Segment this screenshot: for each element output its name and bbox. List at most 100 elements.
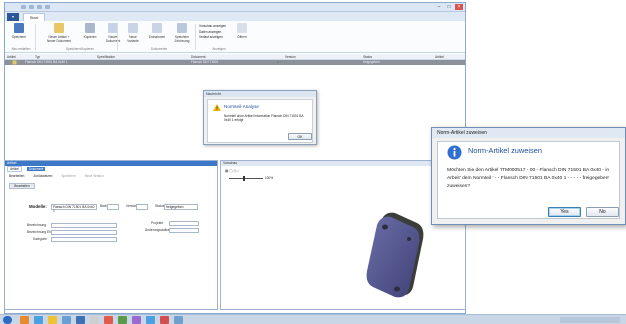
explorer-icon[interactable]	[20, 316, 29, 324]
zoom-slider[interactable]	[229, 178, 263, 179]
maximize-button[interactable]: □	[445, 4, 453, 10]
print-icon[interactable]: ⎙	[234, 169, 237, 173]
model-field[interactable]: Flansch DIN 71501 BA 0x40 1	[51, 204, 97, 213]
no-button[interactable]: No	[586, 207, 619, 217]
separator	[117, 24, 118, 50]
dialog-title: Nachricht	[204, 91, 316, 97]
folder-icon[interactable]	[48, 316, 57, 324]
app-icon[interactable]	[174, 316, 183, 324]
flange-part-image	[366, 212, 424, 298]
message-dialog: Nachricht Normteil-Analyse Normteil ohne…	[203, 90, 317, 145]
minimize-button[interactable]: –	[435, 4, 443, 10]
projects-label: Projekte	[151, 221, 164, 225]
app-icon[interactable]	[160, 316, 169, 324]
separator	[195, 24, 196, 50]
withdraw-button[interactable]: Entnahmen	[147, 23, 167, 47]
table-row[interactable]: Flansch DIN 71501 BA 0x40 1 Flansch DIN …	[5, 60, 465, 65]
grid-icon[interactable]: ▦	[225, 169, 228, 173]
model-label: Modelle:	[29, 204, 47, 209]
app-icon[interactable]	[146, 316, 155, 324]
new-document-button[interactable]: Neues Dokument	[103, 23, 123, 47]
part-icon	[12, 60, 17, 65]
category-label: Kategorie	[33, 237, 48, 241]
change-order-label: Änderungsauftrag	[145, 228, 172, 232]
preview-pane: Vorschau ▦ ▢ ⎙ ⌕ 100%	[220, 160, 466, 310]
ok-button[interactable]: OK	[288, 133, 312, 140]
description-field[interactable]	[51, 223, 117, 228]
copy-button[interactable]: Kopieren	[79, 23, 101, 47]
fit-icon[interactable]: ▢	[229, 169, 232, 173]
zoom-icon[interactable]: ⌕	[237, 169, 239, 173]
copy-icon	[85, 23, 95, 33]
close-button[interactable]: ×	[455, 4, 463, 10]
sheet-field[interactable]	[107, 204, 119, 210]
category-select[interactable]	[51, 237, 117, 242]
pane-title: Vorschau	[221, 161, 465, 166]
projects-field[interactable]	[169, 221, 199, 226]
taskbar	[0, 314, 626, 324]
redo-icon[interactable]	[37, 5, 42, 9]
zoom-level: 100%	[265, 176, 274, 180]
edit-button[interactable]: Bearbeiten	[9, 174, 24, 178]
save-icon	[14, 23, 24, 33]
row-name: Flansch DIN 71501 BA 0x40 1	[25, 60, 68, 64]
tab-artikel[interactable]: Artikel	[7, 166, 22, 172]
browser-icon[interactable]	[34, 316, 43, 324]
dialog-title: Norm-Artikel zuweisen	[432, 128, 625, 138]
withdraw-icon	[152, 23, 162, 33]
dialog-heading: Norm-Artikel zuweisen	[468, 146, 542, 155]
dialog-text: Möchten Sie den Artikel 'ITM000517 - 00 …	[447, 168, 610, 189]
group-label: Speichern/Kopieren	[66, 47, 94, 51]
new-version-button[interactable]: Neue Version	[85, 174, 104, 178]
description-en-field[interactable]	[51, 230, 117, 235]
app-icon[interactable]	[62, 316, 71, 324]
action-button[interactable]: Bearbeiten	[9, 183, 35, 189]
new-variant-icon	[128, 23, 138, 33]
save-button[interactable]: Speichern	[61, 174, 75, 178]
preview-toolbar: ▦ ▢ ⎙ ⌕	[225, 168, 265, 174]
pane-toolbar: Bearbeiten Zurücksetzen Speichern Neue V…	[9, 174, 209, 179]
change-order-field[interactable]	[169, 228, 199, 233]
pane-tabs: Artikel Dokument	[7, 166, 217, 172]
sheet-label: Blatt	[100, 204, 107, 208]
status-label: Status	[155, 204, 165, 208]
new-article-button[interactable]: Neuer Artikel + Neuer Dokument	[41, 23, 77, 47]
tab-start[interactable]: Start	[23, 13, 45, 21]
app-icon[interactable]	[118, 316, 127, 324]
separator	[35, 24, 36, 50]
save-button[interactable]: Speichern	[9, 23, 29, 47]
norm-article-dialog: Norm-Artikel zuweisen Norm-Artikel zuwei…	[431, 127, 626, 225]
row-document: Flansch DIN 71501	[191, 60, 219, 64]
row-status: freigegeben	[363, 60, 380, 64]
app-icon[interactable]	[104, 316, 113, 324]
undo-icon[interactable]	[29, 5, 34, 9]
word-icon[interactable]	[76, 316, 85, 324]
group-label: Dokumente	[150, 47, 168, 51]
title-bar: – □ ×	[5, 3, 465, 12]
status-select[interactable]: freigegeben	[164, 204, 198, 210]
save-drawing-icon	[177, 23, 187, 33]
version-field[interactable]	[136, 204, 148, 210]
small-buttons: Vorschau anzeigen Daten anzeigen Verlauf…	[199, 24, 235, 44]
save-drawing-button[interactable]: Speichern Zeichnung	[171, 23, 193, 47]
description-en-label: Bezeichnung EN	[27, 230, 52, 234]
system-tray[interactable]	[560, 317, 620, 323]
tab-dokument[interactable]: Dokument	[26, 167, 46, 171]
dialog-heading: Normteil-Analyse	[224, 104, 259, 109]
new-variant-button[interactable]: Neue Variante	[123, 23, 143, 47]
quick-access-toolbar[interactable]	[21, 5, 111, 10]
yes-button[interactable]: Yes	[548, 207, 581, 217]
article-pane: Artikel Artikel Dokument Bearbeiten Zurü…	[4, 160, 218, 310]
group-label: Anzeigen	[212, 47, 226, 51]
start-button[interactable]	[3, 316, 12, 324]
reset-button[interactable]: Zurücksetzen	[33, 174, 52, 178]
zoom-thumb[interactable]	[243, 176, 245, 181]
show-history-button[interactable]: Verlauf anzeigen	[199, 35, 235, 41]
file-tab[interactable]: ▾	[7, 13, 19, 21]
app-icon[interactable]	[90, 316, 99, 324]
save-icon[interactable]	[21, 5, 26, 9]
open-button[interactable]: Öffnen	[235, 23, 249, 47]
app-icon[interactable]	[132, 316, 141, 324]
customize-icon[interactable]	[45, 5, 50, 9]
dialog-text: Normteil ohne Artikel Information Flansc…	[224, 114, 304, 123]
